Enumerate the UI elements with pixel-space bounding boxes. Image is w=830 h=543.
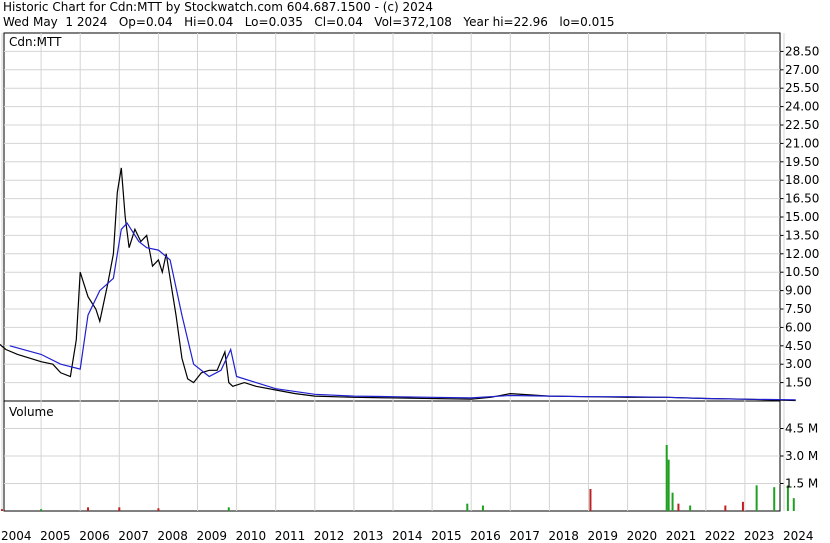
volume-bar — [671, 492, 674, 511]
price-tick-label: 16.50 — [785, 192, 819, 206]
year-label: 2004 — [1, 529, 32, 543]
volume-bar — [87, 507, 90, 511]
year-label: 2008 — [157, 529, 188, 543]
volume-tick-label: 1.5 M — [785, 477, 818, 491]
year-label: 2019 — [588, 529, 619, 543]
volume-bar — [227, 507, 230, 511]
volume-tick-label: 3.0 M — [785, 449, 818, 463]
price-tick-label: 3.00 — [785, 357, 812, 371]
year-label: 2020 — [627, 529, 658, 543]
volume-bar — [755, 485, 758, 511]
volume-bar — [689, 505, 692, 511]
volume-bar — [792, 498, 795, 511]
year-label: 2021 — [666, 529, 697, 543]
year-label: 2012 — [314, 529, 345, 543]
year-label: 2007 — [118, 529, 149, 543]
year-label: 2022 — [705, 529, 736, 543]
year-label: 2015 — [431, 529, 462, 543]
price-tick-label: 12.00 — [785, 247, 819, 261]
year-label: 2010 — [236, 529, 267, 543]
year-label: 2013 — [353, 529, 384, 543]
year-label: 2011 — [275, 529, 306, 543]
year-label: 2017 — [509, 529, 540, 543]
volume-bar — [40, 509, 43, 511]
price-tick-label: 6.00 — [785, 320, 812, 334]
volume-bar — [157, 508, 160, 511]
volume-bar — [118, 507, 121, 511]
price-panel-title: Cdn:MTT — [9, 35, 62, 49]
year-label: 2018 — [548, 529, 579, 543]
volume-bar — [724, 505, 727, 511]
volume-panel-title: Volume — [9, 405, 54, 419]
stock-chart: 1.50 3.00 4.50 6.00 7.50 9.00 10.50 12.00 13.50 1… — [0, 32, 819, 543]
price-tick-label: 19.50 — [785, 155, 819, 169]
price-tick-label: 24.00 — [785, 100, 819, 114]
volume-bar — [677, 503, 680, 511]
price-tick-label: 10.50 — [785, 265, 819, 279]
price-tick-label: 13.50 — [785, 228, 819, 242]
year-label: 2014 — [392, 529, 423, 543]
price-tick-label: 7.50 — [785, 302, 812, 316]
volume-bar — [665, 445, 668, 511]
year-label: 2006 — [79, 529, 110, 543]
price-tick-label: 1.50 — [785, 376, 812, 390]
price-tick-label: 22.50 — [785, 118, 819, 132]
volume-bar — [1, 509, 3, 511]
volume-bar — [481, 505, 484, 511]
year-label: 2024 — [783, 529, 814, 543]
volume-bars — [1, 445, 795, 511]
price-tick-label: 15.00 — [785, 210, 819, 224]
price-tick-label: 21.00 — [785, 136, 819, 150]
price-tick-label: 25.50 — [785, 81, 819, 95]
volume-bar — [589, 489, 592, 511]
price-tick-label: 18.00 — [785, 173, 819, 187]
price-tick-label: 9.00 — [785, 284, 812, 298]
volume-bar — [667, 459, 670, 511]
year-label: 2023 — [744, 529, 775, 543]
volume-tick-label: 4.5 M — [785, 422, 818, 436]
price-tick-label: 4.50 — [785, 339, 812, 353]
axis-labels: 1.50 3.00 4.50 6.00 7.50 9.00 10.50 12.00 13.50 1… — [1, 44, 819, 543]
year-label: 2005 — [40, 529, 71, 543]
price-tick-label: 27.00 — [785, 63, 819, 77]
year-label: 2009 — [197, 529, 228, 543]
volume-bar — [466, 503, 469, 511]
volume-bar — [741, 501, 744, 511]
grid — [1, 33, 785, 511]
price-tick-label: 28.50 — [785, 44, 819, 58]
year-label: 2016 — [470, 529, 501, 543]
moving-average-line — [9, 222, 796, 401]
volume-bar — [773, 487, 776, 511]
